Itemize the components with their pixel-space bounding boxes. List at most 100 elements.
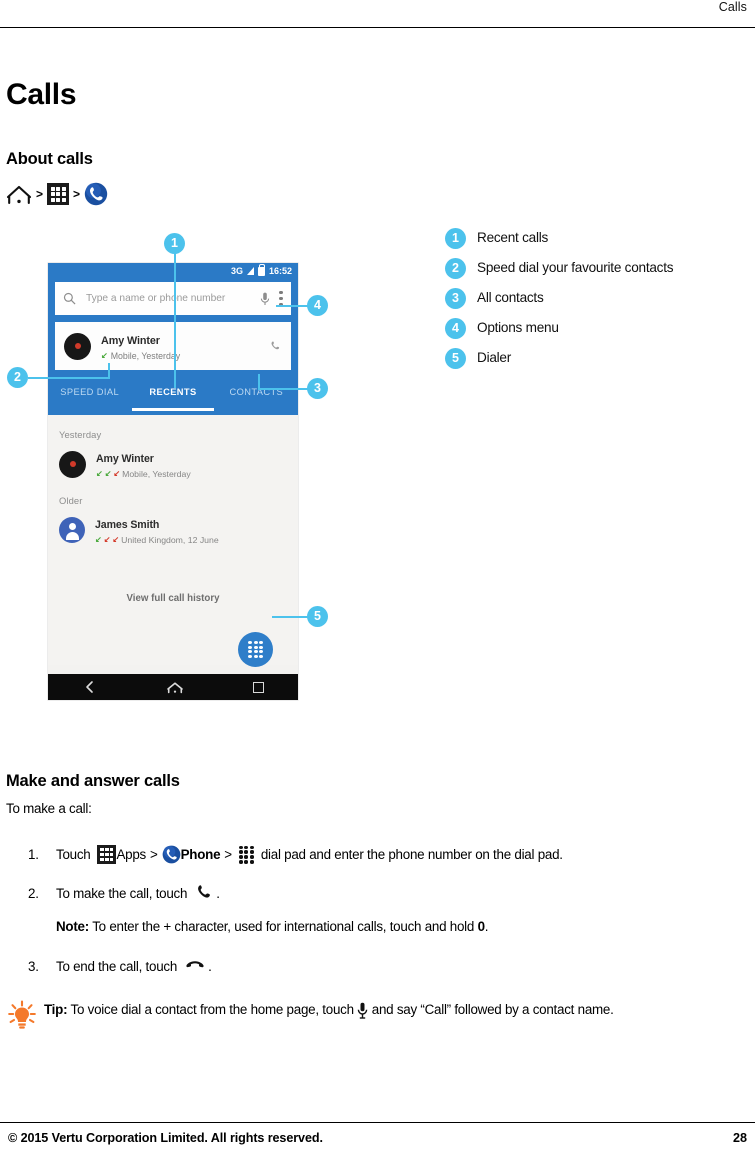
step-separator: >	[224, 847, 232, 862]
call-direction-arrow: ↙	[96, 469, 103, 478]
legend-label: Speed dial your favourite contacts	[477, 260, 674, 275]
tab-recents[interactable]: RECENTS	[131, 387, 214, 397]
tip-block: Tip: To voice dial a contact from the ho…	[6, 998, 748, 1029]
call-direction-arrow: ↙	[113, 469, 121, 478]
dialer-top-contact-card[interactable]: Amy Winter ↙ Mobile, Yesterday	[55, 322, 291, 370]
breadcrumb-separator-1: >	[36, 187, 44, 201]
status-time: 16:52	[268, 266, 292, 276]
tip-label: Tip:	[44, 1002, 68, 1017]
search-placeholder: Type a name or phone number	[86, 293, 226, 304]
recents-list: Yesterday Amy Winter ↙ ↙ ↙ Mobile, Yeste…	[48, 415, 298, 665]
callout-leader-2b	[108, 363, 110, 379]
section-heading-make-and-answer-calls: Make and answer calls	[6, 772, 180, 790]
step-text-tail: dial pad and enter the phone number on t…	[260, 847, 563, 862]
legend-label: Options menu	[477, 320, 559, 335]
footer-divider	[0, 1122, 755, 1123]
list-item[interactable]: Amy Winter ↙ ↙ ↙ Mobile, Yesterday	[59, 449, 191, 479]
microphone-icon[interactable]	[260, 292, 270, 306]
callout-badge-4: 4	[307, 295, 328, 316]
figure-legend: 1 Recent calls 2 Speed dial your favouri…	[445, 228, 745, 378]
callout-badge-5: 5	[307, 606, 328, 627]
phone-label: Phone	[180, 847, 221, 862]
step-2: 2. To make the call, touch .	[28, 884, 220, 902]
kebab-menu-icon[interactable]	[279, 291, 283, 306]
header-divider	[0, 27, 755, 28]
step-number: 1.	[28, 847, 39, 862]
callout-leader-3b	[258, 374, 260, 390]
tab-speed-dial[interactable]: SPEED DIAL	[48, 387, 131, 397]
tip-text-tail: and say “Call” followed by a contact nam…	[371, 1002, 614, 1017]
breadcrumb: > >	[6, 180, 108, 208]
contact-detail: United Kingdom, 12 June	[121, 535, 219, 545]
phone-icon	[84, 182, 108, 206]
callout-badge-1: 1	[164, 233, 185, 254]
lock-icon	[257, 263, 266, 276]
avatar	[59, 450, 86, 478]
home-icon	[6, 183, 32, 205]
callout-leader-3	[258, 388, 310, 390]
call-direction-arrow: ↙	[103, 535, 111, 544]
search-icon	[63, 292, 76, 305]
contact-detail: Mobile, Yesterday	[110, 351, 181, 361]
note-text: To enter the + character, used for inter…	[92, 919, 475, 934]
dialpad-icon	[238, 845, 254, 864]
avatar	[64, 332, 91, 360]
square-icon[interactable]	[252, 681, 264, 693]
note-block: Note: To enter the + character, used for…	[56, 919, 489, 934]
microphone-icon	[357, 1002, 368, 1019]
page-title: Calls	[6, 78, 77, 111]
legend-item: 1 Recent calls	[445, 228, 745, 258]
signal-bars-icon	[246, 267, 254, 275]
section-heading-about-calls: About calls	[6, 150, 93, 168]
avatar	[59, 517, 85, 543]
step-1: 1. Touch Apps > Phone > dial pad and ent…	[28, 845, 563, 864]
note-bold-value: 0	[477, 919, 485, 934]
contact-name: James Smith	[95, 519, 160, 531]
legend-label: Recent calls	[477, 230, 549, 245]
step-trailing-period: .	[216, 885, 220, 901]
active-tab-indicator	[132, 408, 214, 411]
step-3: 3. To end the call, touch .	[28, 959, 212, 974]
list-group-header: Older	[59, 495, 83, 506]
callout-badge-3: 3	[307, 378, 328, 399]
step-separator: >	[150, 847, 158, 862]
step-text: To make the call, touch	[56, 885, 188, 901]
legend-badge: 3	[445, 288, 466, 309]
apps-label: Apps	[116, 847, 147, 862]
call-direction-arrow: ↙	[104, 469, 112, 478]
list-group-header: Yesterday	[59, 429, 102, 440]
note-label: Note:	[56, 919, 89, 934]
call-handset-icon[interactable]	[269, 340, 282, 353]
list-item[interactable]: James Smith ↙ ↙ ↙ United Kingdom, 12 Jun…	[59, 515, 219, 545]
home-outline-icon[interactable]	[166, 681, 184, 694]
apps-grid-icon	[97, 845, 117, 864]
dialpad-fab-button[interactable]	[238, 632, 273, 667]
call-direction-arrow: ↙	[112, 535, 120, 544]
lightbulb-tip-icon	[8, 1000, 36, 1029]
apps-grid-icon	[47, 183, 70, 205]
step-number: 3.	[28, 959, 39, 974]
dialer-tabs: SPEED DIAL RECENTS CONTACTS	[48, 376, 298, 408]
back-chevron-icon[interactable]	[83, 680, 97, 694]
running-header-title: Calls	[718, 0, 747, 14]
dialer-search-bar[interactable]: Type a name or phone number	[55, 282, 291, 315]
contact-name: Amy Winter	[101, 335, 160, 347]
legend-item: 4 Options menu	[445, 318, 745, 348]
legend-badge: 2	[445, 258, 466, 279]
page-number: 28	[732, 1131, 747, 1145]
callout-leader-2	[28, 377, 110, 379]
phone-status-bar: 3G 16:52	[231, 263, 292, 276]
legend-badge: 1	[445, 228, 466, 249]
contact-name: Amy Winter	[96, 453, 154, 465]
view-full-call-history-link[interactable]: View full call history	[48, 593, 298, 604]
page-running-header: Calls	[0, 0, 755, 24]
callout-badge-2: 2	[7, 367, 28, 388]
step-number: 2.	[28, 885, 39, 901]
call-handset-icon	[198, 885, 211, 898]
phone-icon	[162, 845, 180, 864]
section-intro-text: To make a call:	[6, 801, 92, 816]
contact-detail: Mobile, Yesterday	[122, 469, 191, 479]
legend-item: 5 Dialer	[445, 348, 745, 378]
page-footer: © 2015 Vertu Corporation Limited. All ri…	[0, 1131, 755, 1153]
copyright-text: © 2015 Vertu Corporation Limited. All ri…	[8, 1131, 323, 1145]
